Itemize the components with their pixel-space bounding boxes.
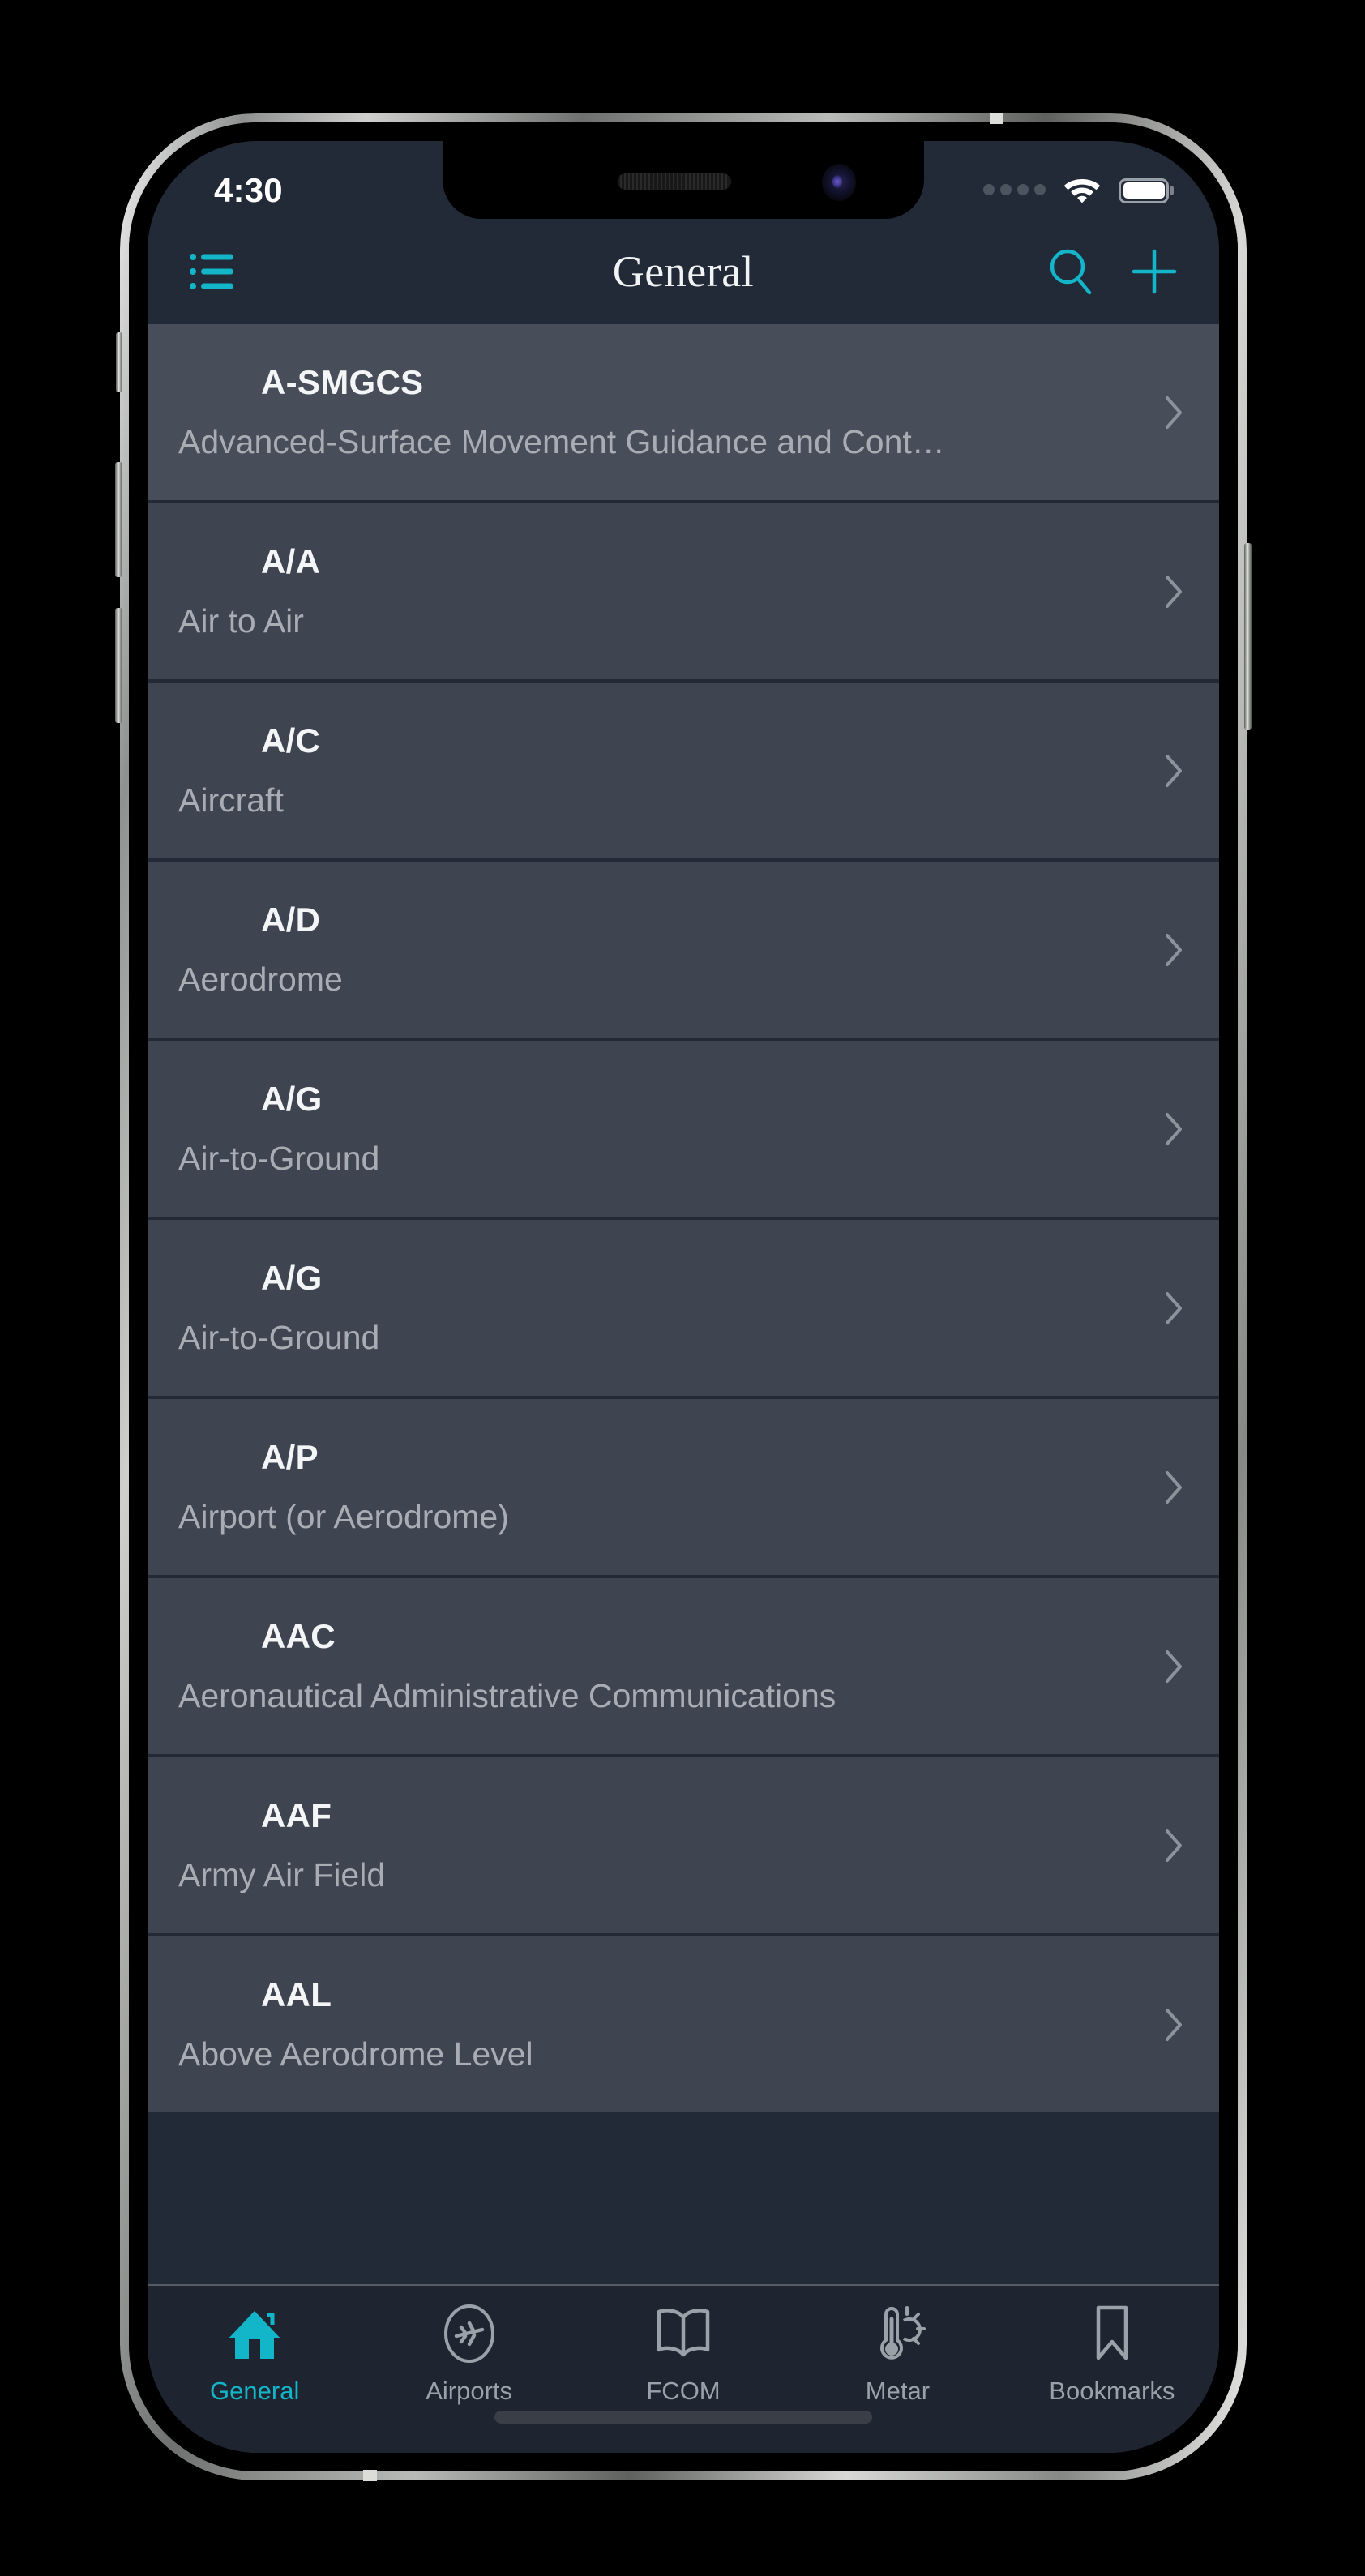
tab-label: Metar [865,2377,931,2405]
battery-fill [1123,182,1165,199]
chevron-right-icon [1166,1470,1182,1504]
list-item[interactable]: A/D Aerodrome [148,862,1219,1041]
nav-left-group [190,250,368,293]
chevron-right-icon [1166,2008,1182,2041]
thermometer-sun-icon [865,2302,930,2365]
list-item-definition: Army Air Field [178,1856,386,1893]
list-item[interactable]: AAL Above Aerodrome Level [148,1936,1219,2116]
volume-down-button[interactable] [115,608,122,723]
status-time: 4:30 [214,171,283,209]
tab-fcom[interactable]: FCOM [576,2302,790,2453]
tab-general[interactable]: General [148,2302,362,2453]
list-item-definition: Airport (or Aerodrome) [178,1498,509,1535]
list-item[interactable]: AAF Army Air Field [148,1757,1219,1936]
list-item[interactable]: A/P Airport (or Aerodrome) [148,1399,1219,1578]
list-item-definition: Aerodrome [178,961,343,998]
list-item-term: A/P [261,1438,319,1476]
search-icon[interactable] [1047,247,1094,296]
home-icon [222,2302,287,2365]
list-item-definition: Aircraft [178,781,284,819]
display-notch [443,141,924,219]
list-item[interactable]: A/G Air-to-Ground [148,1041,1219,1220]
navigation-bar: General [148,219,1219,324]
tab-label: Airports [426,2377,513,2405]
antenna-line-top [990,113,1003,124]
airplane-circle-icon [439,2302,500,2365]
battery-full-icon [1119,178,1169,203]
list-bullet-icon[interactable] [190,250,235,293]
list-item-term: AAF [261,1796,332,1834]
list-item-term: AAC [261,1617,336,1655]
chevron-right-icon [1166,1291,1182,1324]
chevron-right-icon [1166,933,1182,966]
list-item-term: A/D [261,901,321,939]
tab-label: FCOM [646,2377,721,2405]
list-item-definition: Advanced-Surface Movement Guidance and C… [178,423,945,460]
list-item-definition: Air-to-Ground [178,1140,380,1177]
list-item-term: A/G [261,1080,323,1118]
list-item-term: A/G [261,1259,323,1297]
list-item[interactable]: A/C Aircraft [148,683,1219,862]
list-item-definition: Air to Air [178,602,304,640]
list-item[interactable]: A/A Air to Air [148,503,1219,683]
nav-right-group [999,247,1177,296]
bookmark-icon [1087,2302,1137,2365]
power-button[interactable] [1244,543,1252,730]
antenna-line-bottom [363,2470,377,2481]
list-item[interactable]: A-SMGCS Advanced-Surface Movement Guidan… [148,324,1219,503]
list-item-term: A/A [261,542,321,580]
list-item-definition: Aeronautical Administrative Communicatio… [178,1677,837,1714]
tab-metar[interactable]: Metar [790,2302,1004,2453]
list-item-term: AAL [261,1975,332,2013]
tab-bookmarks[interactable]: Bookmarks [1005,2302,1219,2453]
mute-switch-button[interactable] [116,332,122,392]
phone-screen: 4:30 General A-SMGCS Advanced-Surface Mo… [148,141,1219,2453]
signal-dots-icon [983,183,1046,198]
tab-label: General [210,2377,300,2405]
tab-airports[interactable]: Airports [362,2302,576,2453]
chevron-right-icon [1166,575,1182,608]
front-camera-icon [822,164,856,201]
tab-label: Bookmarks [1049,2377,1175,2405]
wifi-icon [1063,179,1101,203]
glossary-list[interactable]: A-SMGCS Advanced-Surface Movement Guidan… [148,324,1219,2284]
plus-icon[interactable] [1132,249,1177,294]
list-item-definition: Air-to-Ground [178,1319,380,1356]
status-indicators [983,177,1169,204]
list-item-term: A/C [261,721,321,760]
chevron-right-icon [1166,1650,1182,1683]
list-item-definition: Above Aerodrome Level [178,2035,533,2073]
list-item[interactable]: AAC Aeronautical Administrative Communic… [148,1578,1219,1757]
earpiece-speaker [617,173,731,190]
open-book-icon [653,2302,714,2365]
chevron-right-icon [1166,754,1182,787]
volume-up-button[interactable] [115,462,122,577]
phone-device-frame: 4:30 General A-SMGCS Advanced-Surface Mo… [115,113,1252,2481]
chevron-right-icon [1166,396,1182,429]
chevron-right-icon [1166,1112,1182,1145]
list-item[interactable]: A/G Air-to-Ground [148,1220,1219,1399]
home-indicator[interactable] [494,2411,872,2424]
chevron-right-icon [1166,1829,1182,1862]
page-title: General [612,247,755,296]
tab-bar: General Airports FCOM Metar Bookmarks [148,2284,1219,2453]
list-item-term: A-SMGCS [261,363,424,401]
